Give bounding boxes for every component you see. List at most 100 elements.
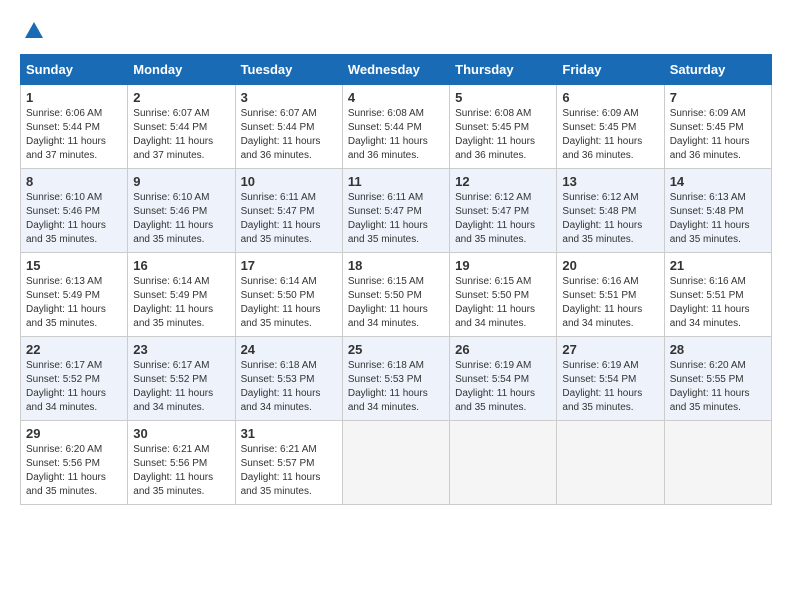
day-info: Sunrise: 6:16 AM Sunset: 5:51 PM Dayligh… xyxy=(670,275,766,331)
calendar-cell: 9 Sunrise: 6:10 AM Sunset: 5:46 PM Daylig… xyxy=(128,169,235,253)
day-number: 3 xyxy=(241,90,337,105)
calendar-cell: 21 Sunrise: 6:16 AM Sunset: 5:51 PM Dayli… xyxy=(664,253,771,337)
day-number: 13 xyxy=(562,174,658,189)
day-number: 16 xyxy=(133,258,229,273)
calendar-cell: 1 Sunrise: 6:06 AM Sunset: 5:44 PM Daylig… xyxy=(21,85,128,169)
calendar-cell: 24 Sunrise: 6:18 AM Sunset: 5:53 PM Dayli… xyxy=(235,337,342,421)
day-number: 24 xyxy=(241,342,337,357)
day-info: Sunrise: 6:17 AM Sunset: 5:52 PM Dayligh… xyxy=(26,359,122,415)
day-number: 11 xyxy=(348,174,444,189)
calendar-cell xyxy=(664,421,771,505)
calendar-cell: 2 Sunrise: 6:07 AM Sunset: 5:44 PM Daylig… xyxy=(128,85,235,169)
day-number: 6 xyxy=(562,90,658,105)
day-number: 31 xyxy=(241,426,337,441)
calendar-cell: 25 Sunrise: 6:18 AM Sunset: 5:53 PM Dayli… xyxy=(342,337,449,421)
day-info: Sunrise: 6:21 AM Sunset: 5:57 PM Dayligh… xyxy=(241,443,337,499)
day-info: Sunrise: 6:14 AM Sunset: 5:50 PM Dayligh… xyxy=(241,275,337,331)
day-header-thursday: Thursday xyxy=(450,55,557,85)
calendar-cell xyxy=(342,421,449,505)
day-info: Sunrise: 6:18 AM Sunset: 5:53 PM Dayligh… xyxy=(241,359,337,415)
day-header-friday: Friday xyxy=(557,55,664,85)
calendar-week-2: 8 Sunrise: 6:10 AM Sunset: 5:46 PM Daylig… xyxy=(21,169,772,253)
day-info: Sunrise: 6:20 AM Sunset: 5:55 PM Dayligh… xyxy=(670,359,766,415)
calendar-cell: 30 Sunrise: 6:21 AM Sunset: 5:56 PM Dayli… xyxy=(128,421,235,505)
calendar-cell: 14 Sunrise: 6:13 AM Sunset: 5:48 PM Dayli… xyxy=(664,169,771,253)
day-info: Sunrise: 6:21 AM Sunset: 5:56 PM Dayligh… xyxy=(133,443,229,499)
day-header-tuesday: Tuesday xyxy=(235,55,342,85)
day-info: Sunrise: 6:12 AM Sunset: 5:48 PM Dayligh… xyxy=(562,191,658,247)
calendar-cell: 16 Sunrise: 6:14 AM Sunset: 5:49 PM Dayli… xyxy=(128,253,235,337)
day-number: 30 xyxy=(133,426,229,441)
day-number: 21 xyxy=(670,258,766,273)
calendar-week-5: 29 Sunrise: 6:20 AM Sunset: 5:56 PM Dayli… xyxy=(21,421,772,505)
day-info: Sunrise: 6:19 AM Sunset: 5:54 PM Dayligh… xyxy=(562,359,658,415)
calendar-cell xyxy=(557,421,664,505)
calendar-cell: 5Sunrise: 6:08 AM Sunset: 5:45 PM Daylig… xyxy=(450,85,557,169)
day-info: Sunrise: 6:07 AM Sunset: 5:44 PM Dayligh… xyxy=(133,107,229,163)
calendar-cell: 17 Sunrise: 6:14 AM Sunset: 5:50 PM Dayli… xyxy=(235,253,342,337)
day-header-saturday: Saturday xyxy=(664,55,771,85)
calendar-week-3: 15Sunrise: 6:13 AM Sunset: 5:49 PM Dayli… xyxy=(21,253,772,337)
day-info: Sunrise: 6:06 AM Sunset: 5:44 PM Dayligh… xyxy=(26,107,122,163)
day-info: Sunrise: 6:20 AM Sunset: 5:56 PM Dayligh… xyxy=(26,443,122,499)
day-number: 22 xyxy=(26,342,122,357)
day-number: 28 xyxy=(670,342,766,357)
calendar-cell: 19Sunrise: 6:15 AM Sunset: 5:50 PM Dayli… xyxy=(450,253,557,337)
day-info: Sunrise: 6:08 AM Sunset: 5:44 PM Dayligh… xyxy=(348,107,444,163)
day-number: 5 xyxy=(455,90,551,105)
day-header-wednesday: Wednesday xyxy=(342,55,449,85)
day-info: Sunrise: 6:12 AM Sunset: 5:47 PM Dayligh… xyxy=(455,191,551,247)
calendar-cell xyxy=(450,421,557,505)
day-info: Sunrise: 6:10 AM Sunset: 5:46 PM Dayligh… xyxy=(26,191,122,247)
day-info: Sunrise: 6:11 AM Sunset: 5:47 PM Dayligh… xyxy=(348,191,444,247)
day-number: 19 xyxy=(455,258,551,273)
calendar-header-row: SundayMondayTuesdayWednesdayThursdayFrid… xyxy=(21,55,772,85)
calendar-cell: 13 Sunrise: 6:12 AM Sunset: 5:48 PM Dayli… xyxy=(557,169,664,253)
calendar-cell: 18 Sunrise: 6:15 AM Sunset: 5:50 PM Dayli… xyxy=(342,253,449,337)
calendar-cell: 23Sunrise: 6:17 AM Sunset: 5:52 PM Dayli… xyxy=(128,337,235,421)
day-number: 18 xyxy=(348,258,444,273)
calendar-table: SundayMondayTuesdayWednesdayThursdayFrid… xyxy=(20,54,772,505)
calendar-cell: 15Sunrise: 6:13 AM Sunset: 5:49 PM Dayli… xyxy=(21,253,128,337)
calendar-cell: 29 Sunrise: 6:20 AM Sunset: 5:56 PM Dayli… xyxy=(21,421,128,505)
day-number: 9 xyxy=(133,174,229,189)
day-info: Sunrise: 6:18 AM Sunset: 5:53 PM Dayligh… xyxy=(348,359,444,415)
day-number: 12 xyxy=(455,174,551,189)
day-info: Sunrise: 6:07 AM Sunset: 5:44 PM Dayligh… xyxy=(241,107,337,163)
day-number: 27 xyxy=(562,342,658,357)
day-number: 14 xyxy=(670,174,766,189)
logo-icon xyxy=(23,20,45,42)
day-number: 26 xyxy=(455,342,551,357)
day-info: Sunrise: 6:10 AM Sunset: 5:46 PM Dayligh… xyxy=(133,191,229,247)
calendar-cell: 12 Sunrise: 6:12 AM Sunset: 5:47 PM Dayli… xyxy=(450,169,557,253)
day-info: Sunrise: 6:14 AM Sunset: 5:49 PM Dayligh… xyxy=(133,275,229,331)
calendar-cell: 7Sunrise: 6:09 AM Sunset: 5:45 PM Daylig… xyxy=(664,85,771,169)
day-info: Sunrise: 6:16 AM Sunset: 5:51 PM Dayligh… xyxy=(562,275,658,331)
day-number: 20 xyxy=(562,258,658,273)
calendar-cell: 4Sunrise: 6:08 AM Sunset: 5:44 PM Daylig… xyxy=(342,85,449,169)
day-number: 1 xyxy=(26,90,122,105)
day-info: Sunrise: 6:17 AM Sunset: 5:52 PM Dayligh… xyxy=(133,359,229,415)
day-info: Sunrise: 6:13 AM Sunset: 5:49 PM Dayligh… xyxy=(26,275,122,331)
day-header-monday: Monday xyxy=(128,55,235,85)
day-info: Sunrise: 6:15 AM Sunset: 5:50 PM Dayligh… xyxy=(348,275,444,331)
day-number: 17 xyxy=(241,258,337,273)
calendar-cell: 8 Sunrise: 6:10 AM Sunset: 5:46 PM Daylig… xyxy=(21,169,128,253)
calendar-week-1: 1 Sunrise: 6:06 AM Sunset: 5:44 PM Daylig… xyxy=(21,85,772,169)
calendar-cell: 31 Sunrise: 6:21 AM Sunset: 5:57 PM Dayli… xyxy=(235,421,342,505)
day-number: 25 xyxy=(348,342,444,357)
day-header-sunday: Sunday xyxy=(21,55,128,85)
calendar-cell: 27 Sunrise: 6:19 AM Sunset: 5:54 PM Dayli… xyxy=(557,337,664,421)
calendar-week-4: 22 Sunrise: 6:17 AM Sunset: 5:52 PM Dayli… xyxy=(21,337,772,421)
day-info: Sunrise: 6:13 AM Sunset: 5:48 PM Dayligh… xyxy=(670,191,766,247)
calendar-cell: 26Sunrise: 6:19 AM Sunset: 5:54 PM Dayli… xyxy=(450,337,557,421)
day-number: 7 xyxy=(670,90,766,105)
day-number: 8 xyxy=(26,174,122,189)
day-number: 2 xyxy=(133,90,229,105)
day-number: 10 xyxy=(241,174,337,189)
calendar-cell: 28 Sunrise: 6:20 AM Sunset: 5:55 PM Dayli… xyxy=(664,337,771,421)
calendar-cell: 3 Sunrise: 6:07 AM Sunset: 5:44 PM Daylig… xyxy=(235,85,342,169)
day-number: 29 xyxy=(26,426,122,441)
calendar-cell: 22 Sunrise: 6:17 AM Sunset: 5:52 PM Dayli… xyxy=(21,337,128,421)
logo xyxy=(20,20,46,38)
